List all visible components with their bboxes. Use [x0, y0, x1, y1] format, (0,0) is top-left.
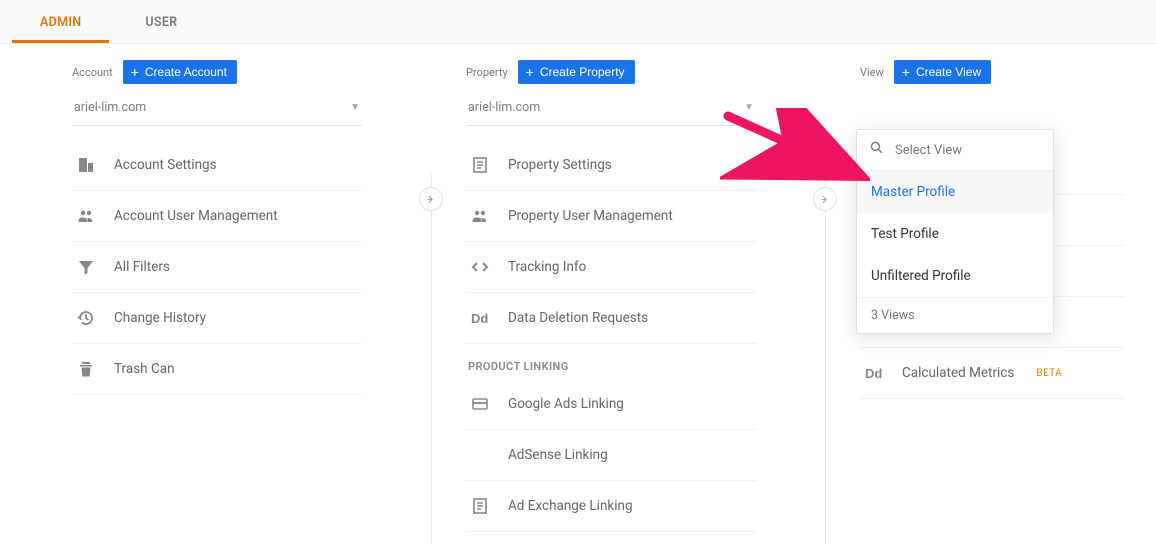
menu-item[interactable]: All Filters [72, 242, 362, 293]
menu-item-label: Property Settings [508, 157, 612, 173]
menu-item[interactable]: Google Ads Linking [466, 379, 756, 430]
column-view-label: View [860, 66, 884, 79]
plus-icon: + [526, 65, 534, 79]
view-search-placeholder: Select View [895, 143, 962, 158]
column-property-label: Property [466, 66, 508, 79]
view-option[interactable]: Unfiltered Profile [857, 255, 1053, 297]
column-account: Account + Create Account ariel-lim.com ▼… [0, 44, 394, 532]
menu-item[interactable]: Property User Management [466, 191, 756, 242]
column-divider [825, 174, 826, 544]
column-property: Property + Create Property ariel-lim.com… [394, 44, 788, 532]
menu-item-label: Data Deletion Requests [508, 310, 648, 326]
create-property-button[interactable]: + Create Property [518, 60, 635, 84]
beta-badge: BETA [1036, 368, 1062, 379]
view-count: 3 Views [857, 297, 1053, 333]
menu-item[interactable]: Account User Management [72, 191, 362, 242]
create-view-button[interactable]: + Create View [894, 60, 991, 84]
account-selector[interactable]: ariel-lim.com ▼ [72, 94, 362, 126]
create-account-label: Create Account [145, 65, 227, 79]
menu-item-label: Ad Exchange Linking [508, 498, 633, 514]
product-linking-header: PRODUCT LINKING [466, 344, 756, 379]
menu-item-label: Google Ads Linking [508, 396, 624, 412]
create-account-button[interactable]: + Create Account [123, 60, 237, 84]
column-transfer-button[interactable] [813, 187, 837, 211]
building-icon [76, 155, 96, 175]
menu-item-label: Account Settings [114, 157, 217, 173]
caret-down-icon: ▼ [350, 102, 360, 113]
tab-user[interactable]: USER [113, 1, 209, 42]
menu-item[interactable]: Property Settings [466, 140, 756, 191]
menu-item-label: Tracking Info [508, 259, 586, 275]
account-selector-value: ariel-lim.com [74, 100, 146, 115]
plus-icon: + [131, 65, 139, 79]
column-divider [431, 174, 432, 544]
history-icon [76, 308, 96, 328]
dd-icon [470, 308, 490, 328]
card-icon [470, 394, 490, 414]
create-property-label: Create Property [540, 65, 625, 79]
column-account-label: Account [72, 66, 113, 79]
menu-item-label: All Filters [114, 259, 170, 275]
menu-item-label: Change History [114, 310, 206, 326]
menu-item[interactable]: AdSense Linking [466, 430, 756, 481]
view-search[interactable]: Select View [857, 130, 1053, 171]
menu-item[interactable]: Change History [72, 293, 362, 344]
sheet-icon [470, 155, 490, 175]
search-icon [869, 140, 885, 160]
menu-item[interactable]: Tracking Info [466, 242, 756, 293]
property-selector-value: ariel-lim.com [468, 100, 540, 115]
menu-item-label: Calculated Metrics [902, 365, 1014, 381]
property-menu-1: Property Settings Property User Managemen… [466, 140, 756, 344]
menu-item[interactable]: Calculated Metrics BETA [860, 348, 1124, 399]
menu-item-label: Account User Management [114, 208, 278, 224]
menu-item[interactable]: Account Settings [72, 140, 362, 191]
code-icon [470, 257, 490, 277]
menu-item-label: Trash Can [114, 361, 175, 377]
dd-icon [864, 363, 884, 383]
trash-icon [76, 359, 96, 379]
none-icon [470, 445, 490, 465]
funnel-icon [76, 257, 96, 277]
people-icon [76, 206, 96, 226]
column-transfer-button[interactable] [419, 187, 443, 211]
menu-item-label: Property User Management [508, 208, 673, 224]
tab-admin[interactable]: ADMIN [8, 1, 113, 42]
create-view-label: Create View [916, 65, 981, 79]
top-tabs: ADMIN USER [0, 0, 1156, 44]
menu-item-label: AdSense Linking [508, 447, 608, 463]
property-selector[interactable]: ariel-lim.com ▼ [466, 94, 756, 126]
menu-item[interactable]: Ad Exchange Linking [466, 481, 756, 532]
people-icon [470, 206, 490, 226]
view-select-dropdown: Select View Master Profile Test Profile … [856, 129, 1054, 334]
plus-icon: + [902, 65, 910, 79]
view-option[interactable]: Master Profile [857, 171, 1053, 213]
admin-columns: Account + Create Account ariel-lim.com ▼… [0, 44, 1156, 532]
sheet-icon [470, 496, 490, 516]
view-option[interactable]: Test Profile [857, 213, 1053, 255]
account-menu: Account Settings Account User Management A… [72, 140, 362, 395]
menu-item[interactable]: Trash Can [72, 344, 362, 395]
property-menu-2: Google Ads Linking AdSense Linking Ad Exch… [466, 379, 756, 532]
menu-item[interactable]: Data Deletion Requests [466, 293, 756, 344]
caret-down-icon: ▼ [744, 102, 754, 113]
